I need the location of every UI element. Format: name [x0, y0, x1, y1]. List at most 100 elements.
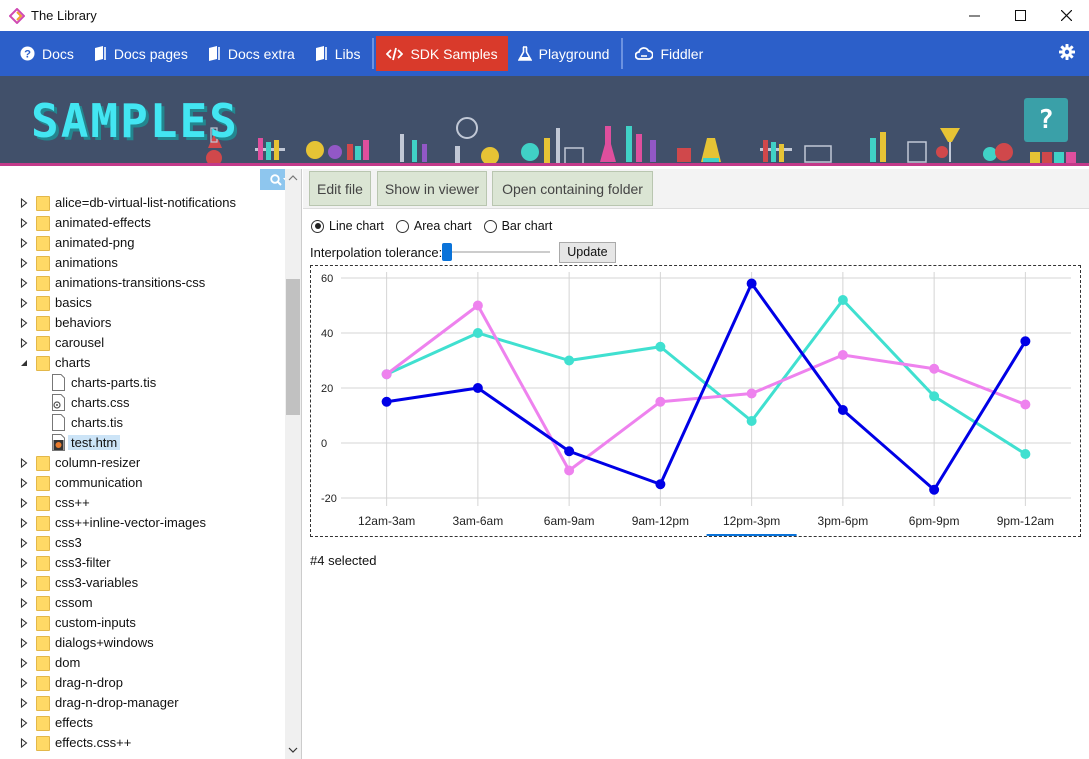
edit-file-button[interactable]: Edit file	[309, 171, 371, 206]
collapsed-arrow-icon[interactable]	[20, 198, 28, 208]
radio-bar-chart[interactable]: Bar chart	[483, 219, 553, 233]
folder-icon	[36, 536, 50, 551]
folder-icon	[36, 676, 50, 691]
tree-scrollbar[interactable]	[285, 169, 301, 759]
collapsed-arrow-icon[interactable]	[20, 578, 28, 588]
help-button[interactable]: ?	[1024, 98, 1068, 142]
tree-folder-item[interactable]: alice=db-virtual-list-notifications	[0, 193, 285, 213]
collapsed-arrow-icon[interactable]	[20, 238, 28, 248]
tree-item-label: charts.css	[71, 395, 130, 410]
collapsed-arrow-icon[interactable]	[20, 658, 28, 668]
tree-folder-item[interactable]: communication	[0, 473, 285, 493]
collapsed-arrow-icon[interactable]	[20, 618, 28, 628]
collapsed-arrow-icon[interactable]	[20, 738, 28, 748]
slider-thumb[interactable]	[442, 243, 453, 261]
tree-folder-item[interactable]: cssom	[0, 593, 285, 613]
tab-playground[interactable]: Playground	[508, 31, 620, 76]
interpolation-slider[interactable]	[442, 242, 551, 262]
tree-item-label: effects.css++	[55, 735, 132, 750]
collapsed-arrow-icon[interactable]	[20, 518, 28, 528]
tree-file-item[interactable]: test.htm	[0, 433, 285, 453]
tree-folder-item[interactable]: column-resizer	[0, 453, 285, 473]
tree-item-label: css3-variables	[55, 575, 139, 590]
folder-icon	[36, 516, 50, 531]
data-point	[929, 363, 940, 374]
tree-file-item[interactable]: charts.tis	[0, 413, 285, 433]
gear-icon[interactable]	[1059, 44, 1075, 60]
folder-icon	[36, 576, 50, 591]
radio-line-chart[interactable]: Line chart	[311, 219, 384, 233]
collapsed-arrow-icon[interactable]	[20, 538, 28, 548]
open-folder-button[interactable]: Open containing folder	[492, 171, 653, 206]
tree-folder-item[interactable]: css++	[0, 493, 285, 513]
radio-area-chart[interactable]: Area chart	[395, 219, 472, 233]
collapsed-arrow-icon[interactable]	[20, 218, 28, 228]
tree-folder-item[interactable]: dom	[0, 653, 285, 673]
tree-file-item[interactable]: charts.css	[0, 393, 285, 413]
collapsed-arrow-icon[interactable]	[20, 678, 28, 688]
radio-label: Bar chart	[501, 219, 553, 233]
close-button[interactable]	[1043, 0, 1089, 31]
tree-item-label: basics	[55, 295, 92, 310]
show-in-viewer-button[interactable]: Show in viewer	[377, 171, 487, 206]
tree-folder-item[interactable]: drag-n-drop-manager	[0, 693, 285, 713]
y-tick-label: 60	[321, 273, 333, 285]
tab-sdk-samples[interactable]: SDK Samples	[376, 36, 508, 71]
tab-docs[interactable]: ? Docs	[10, 31, 84, 76]
data-point	[655, 479, 666, 490]
collapsed-arrow-icon[interactable]	[20, 338, 28, 348]
tree-folder-item[interactable]: basics	[0, 293, 285, 313]
tree-folder-item[interactable]: effects.css++	[0, 733, 285, 753]
tree-folder-item[interactable]: animated-png	[0, 233, 285, 253]
collapsed-arrow-icon[interactable]	[20, 598, 28, 608]
tab-docs-pages[interactable]: Docs pages	[84, 31, 198, 76]
tree-folder-item[interactable]: dialogs+windows	[0, 633, 285, 653]
tab-libs[interactable]: Libs	[305, 31, 371, 76]
tree-folder-item[interactable]: animated-effects	[0, 213, 285, 233]
tree-folder-item[interactable]: css++inline-vector-images	[0, 513, 285, 533]
tab-docs-extra[interactable]: Docs extra	[198, 31, 305, 76]
scroll-up-icon[interactable]	[285, 173, 301, 183]
tree-file-item[interactable]: charts-parts.tis	[0, 373, 285, 393]
tree-folder-item[interactable]: css3	[0, 533, 285, 553]
flask-icon	[517, 46, 532, 61]
code-icon	[386, 47, 404, 60]
interpolation-row: Interpolation tolerance: Update	[310, 241, 616, 263]
update-button[interactable]: Update	[559, 241, 616, 263]
tree-folder-item[interactable]: charts	[0, 353, 285, 373]
collapsed-arrow-icon[interactable]	[20, 278, 28, 288]
expanded-arrow-icon[interactable]	[20, 358, 28, 368]
collapsed-arrow-icon[interactable]	[20, 318, 28, 328]
tree-item-label: charts-parts.tis	[71, 375, 157, 390]
collapsed-arrow-icon[interactable]	[20, 298, 28, 308]
folder-icon	[36, 716, 50, 731]
minimize-button[interactable]	[951, 0, 997, 31]
collapsed-arrow-icon[interactable]	[20, 458, 28, 468]
scroll-down-icon[interactable]	[285, 745, 301, 755]
tree-folder-item[interactable]: carousel	[0, 333, 285, 353]
tree-folder-item[interactable]: css3-filter	[0, 553, 285, 573]
tree-folder-item[interactable]: custom-inputs	[0, 613, 285, 633]
collapsed-arrow-icon[interactable]	[20, 258, 28, 268]
maximize-button[interactable]	[997, 0, 1043, 31]
scroll-thumb[interactable]	[286, 279, 300, 415]
tree-item-label: dom	[55, 655, 81, 670]
collapsed-arrow-icon[interactable]	[20, 478, 28, 488]
data-point	[1020, 399, 1031, 410]
tab-fiddler[interactable]: Fiddler	[625, 31, 713, 76]
collapsed-arrow-icon[interactable]	[20, 718, 28, 728]
collapsed-arrow-icon[interactable]	[20, 558, 28, 568]
data-point	[837, 350, 848, 360]
chart-container[interactable]: -20 0 20 40 60 12am-3am 3am-6am 6am-9am 9am-12pm…	[310, 265, 1081, 537]
tree-folder-item[interactable]: animations	[0, 253, 285, 273]
tree-folder-item[interactable]: css3-variables	[0, 573, 285, 593]
data-point	[746, 416, 757, 426]
tree-folder-item[interactable]: animations-transitions-css	[0, 273, 285, 293]
tree-folder-item[interactable]: effects	[0, 713, 285, 733]
collapsed-arrow-icon[interactable]	[20, 498, 28, 508]
collapsed-arrow-icon[interactable]	[20, 698, 28, 708]
tree-folder-item[interactable]: behaviors	[0, 313, 285, 333]
tree-item-label: animations-transitions-css	[55, 275, 206, 290]
tree-folder-item[interactable]: drag-n-drop	[0, 673, 285, 693]
collapsed-arrow-icon[interactable]	[20, 638, 28, 648]
